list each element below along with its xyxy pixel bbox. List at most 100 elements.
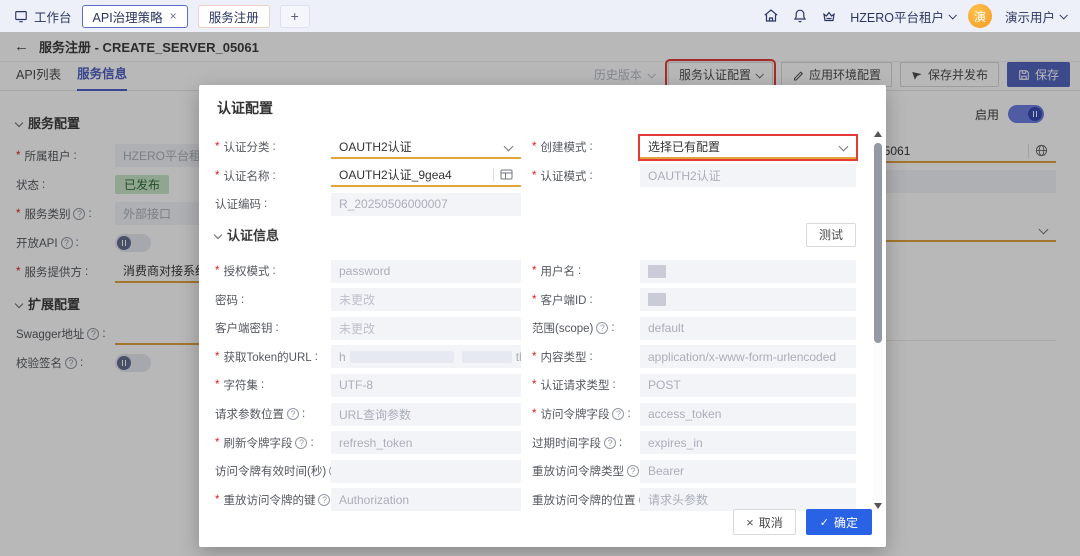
label-text: 重放访问令牌的键: [223, 492, 315, 508]
label-colon: [611, 322, 614, 334]
masked-value: [648, 293, 666, 306]
field-masked: [640, 288, 856, 311]
top-tab-bar: 工作台 API治理策略 服务注册 + HZERO平台租户: [0, 0, 1080, 32]
redacted-block: [350, 351, 454, 363]
help-icon[interactable]: [612, 408, 624, 420]
label-colon: [272, 170, 275, 182]
label-text: 客户端密钥: [215, 320, 273, 336]
field-label: 访问令牌有效时间(秒): [215, 463, 331, 479]
tab-label: API治理策略: [93, 7, 163, 26]
close-icon[interactable]: [170, 10, 177, 22]
modal-body: 认证分类 OAUTH2认证创建模式选择已有配置认证名称 OAUTH2认证_9gea4…: [215, 133, 856, 514]
label-colon: [272, 141, 275, 153]
tab-service-register[interactable]: 服务注册: [198, 5, 270, 28]
required-asterisk: [532, 351, 537, 363]
field-select[interactable]: OAUTH2认证: [331, 136, 521, 159]
user-menu[interactable]: 演示用户: [1005, 7, 1066, 26]
tab-label: 服务注册: [209, 7, 259, 26]
form-row: 密码未更改客户端ID: [215, 285, 856, 314]
required-asterisk: [215, 351, 220, 363]
label-colon: [261, 379, 264, 391]
scroll-up-icon[interactable]: [874, 131, 882, 137]
field-value: 选择已有配置: [648, 138, 720, 155]
bell-icon[interactable]: [792, 8, 808, 24]
help-icon[interactable]: [596, 322, 608, 334]
section-auth-info-header[interactable]: 认证信息: [215, 225, 279, 244]
label-text: 重放访问令牌类型: [532, 463, 624, 479]
cancel-button[interactable]: 取消: [733, 509, 796, 535]
field-value: OAUTH2认证_9gea4: [339, 166, 452, 183]
field-disabled: [331, 460, 521, 483]
field-label: 授权模式: [215, 263, 331, 279]
label-text: 访问令牌字段: [540, 406, 609, 422]
field-label: 刷新令牌字段: [215, 435, 331, 451]
home-icon[interactable]: [763, 8, 779, 24]
label-text: 认证编码: [215, 196, 261, 212]
tab-api-governance[interactable]: API治理策略: [82, 5, 188, 28]
field-value: UTF-8: [339, 378, 373, 392]
help-icon[interactable]: [295, 437, 307, 449]
field-label: 范围(scope): [532, 320, 640, 336]
label-colon: [264, 198, 267, 210]
form-row: 认证编码R_20250506000007: [215, 190, 856, 219]
help-icon[interactable]: [604, 437, 616, 449]
required-asterisk: [215, 141, 220, 153]
label-text: 重放访问令牌的位置: [532, 492, 636, 508]
crown-icon[interactable]: [821, 8, 837, 24]
field-select[interactable]: 选择已有配置: [640, 136, 856, 159]
field-label: 认证编码: [215, 196, 331, 212]
test-button[interactable]: 测试: [806, 223, 856, 247]
workspace-label: 工作台: [34, 7, 72, 26]
redacted-block: [462, 351, 512, 363]
add-tab-button[interactable]: +: [280, 5, 310, 28]
field-disabled: Authorization: [331, 488, 521, 511]
field-lov[interactable]: OAUTH2认证_9gea4: [331, 164, 521, 187]
label-text: 用户名: [540, 263, 575, 279]
workspace-button[interactable]: 工作台: [14, 7, 72, 26]
field-disabled: application/x-www-form-urlencoded: [640, 345, 856, 368]
required-asterisk: [215, 379, 220, 391]
form-row: 刷新令牌字段refresh_token过期时间字段expires_in: [215, 428, 856, 457]
form-row: 获取Token的URLhth内容类型application/x-www-form…: [215, 343, 856, 372]
field-label: 创建模式: [532, 139, 640, 155]
help-icon[interactable]: [627, 465, 639, 477]
section-auth-info: 认证信息 测试: [215, 219, 856, 251]
field-value: default: [648, 321, 684, 335]
modal-rows-top: 认证分类 OAUTH2认证创建模式选择已有配置认证名称 OAUTH2认证_9gea4…: [215, 133, 856, 219]
label-text: 认证分类: [223, 139, 269, 155]
help-icon[interactable]: [287, 408, 299, 420]
close-icon: [746, 515, 754, 530]
scrollbar-thumb[interactable]: [874, 143, 882, 343]
field-disabled: expires_in: [640, 431, 856, 454]
avatar-text: 演: [974, 8, 986, 25]
required-asterisk: [532, 294, 537, 306]
chevron-down-icon: [948, 11, 956, 19]
field-value: expires_in: [648, 436, 703, 450]
field-disabled: URL查询参数: [331, 403, 521, 426]
form-row: 认证分类 OAUTH2认证创建模式选择已有配置: [215, 133, 856, 162]
confirm-button[interactable]: 确定: [806, 509, 872, 535]
tenant-switcher[interactable]: HZERO平台租户: [850, 7, 955, 26]
required-asterisk: [532, 141, 537, 153]
scroll-down-icon[interactable]: [874, 503, 882, 509]
label-colon: [589, 351, 592, 363]
lov-lookup-icon[interactable]: [500, 168, 513, 181]
field-redacted: hth: [331, 345, 521, 368]
modal-scrollbar[interactable]: [873, 129, 883, 511]
required-asterisk: [532, 408, 537, 420]
collapse-icon: [214, 231, 222, 239]
field-disabled: refresh_token: [331, 431, 521, 454]
label-text: 内容类型: [540, 349, 586, 365]
field-masked: [640, 260, 856, 283]
required-asterisk: [215, 170, 220, 182]
avatar[interactable]: 演: [968, 4, 992, 28]
section-title: 认证信息: [227, 225, 279, 244]
label-text: 认证名称: [223, 168, 269, 184]
tenant-name: HZERO平台租户: [850, 7, 944, 26]
help-icon[interactable]: [318, 494, 330, 506]
label-colon: [310, 437, 313, 449]
topbar-right: HZERO平台租户 演 演示用户: [763, 4, 1066, 28]
field-label: 客户端密钥: [215, 320, 331, 336]
label-colon: [272, 265, 275, 277]
required-asterisk: [532, 379, 537, 391]
